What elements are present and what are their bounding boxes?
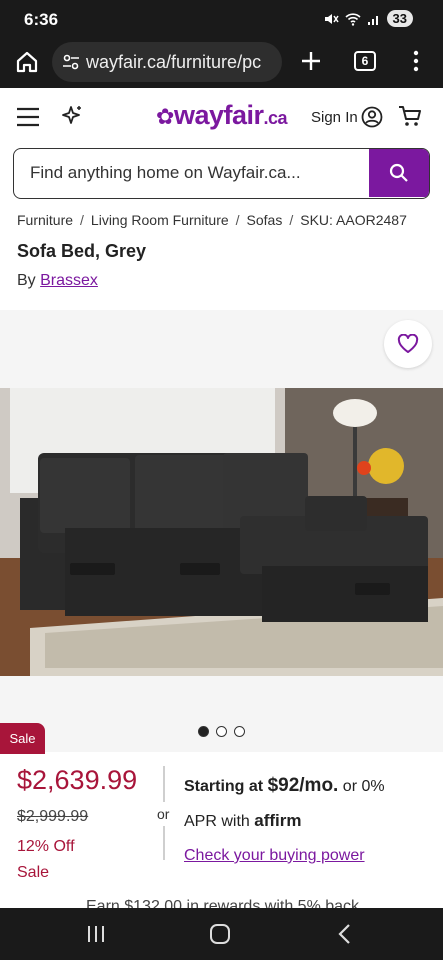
- back-icon[interactable]: [337, 923, 351, 945]
- account-icon[interactable]: [361, 106, 383, 128]
- sofa-photo: [0, 388, 443, 676]
- sparkle-icon[interactable]: [61, 105, 83, 127]
- search-button[interactable]: [369, 149, 429, 197]
- home-nav-icon[interactable]: [209, 923, 231, 945]
- sign-in-link[interactable]: Sign In: [311, 109, 358, 126]
- wayfair-logo[interactable]: ✿wayfair.ca: [156, 100, 288, 131]
- recents-icon[interactable]: [87, 924, 105, 944]
- product-image[interactable]: [0, 388, 443, 676]
- site-settings-icon[interactable]: [62, 53, 80, 71]
- divider-bottom: [163, 826, 165, 860]
- mute-icon: [324, 13, 339, 24]
- menu-icon[interactable]: [16, 107, 40, 127]
- brand-link[interactable]: Brassex: [40, 272, 98, 289]
- breadcrumb-living-room[interactable]: Living Room Furniture: [91, 212, 229, 228]
- current-price: $2,639.99: [17, 765, 138, 795]
- logo-mark-icon: ✿: [156, 104, 174, 129]
- breadcrumb: Furniture / Living Room Furniture / Sofas / SK…: [17, 212, 407, 228]
- breadcrumb-separator: /: [80, 212, 84, 228]
- logo-main: wayfair: [173, 100, 264, 130]
- brand-line: By Brassex: [17, 272, 98, 290]
- or-label: or: [157, 806, 170, 822]
- affirm-logo: affirm: [254, 811, 302, 830]
- new-tab-icon[interactable]: [300, 50, 322, 72]
- apr-label: APR with: [184, 813, 250, 830]
- pagination-dot-3[interactable]: [234, 726, 245, 737]
- status-time: 6:36: [24, 10, 59, 29]
- original-price: $2,999.99: [17, 808, 89, 825]
- battery-level: 33: [386, 10, 413, 27]
- home-icon[interactable]: [15, 50, 39, 74]
- status-icons: 33: [323, 10, 413, 27]
- sale-label: Sale: [17, 864, 50, 881]
- wifi-icon: [344, 12, 361, 26]
- tab-switcher-button[interactable]: 6: [354, 51, 376, 71]
- breadcrumb-separator: /: [289, 212, 294, 228]
- url-bar[interactable]: wayfair.ca/furniture/pc: [52, 42, 282, 82]
- search-icon: [389, 163, 408, 182]
- breadcrumb-sofas[interactable]: Sofas: [247, 212, 283, 228]
- pagination-dot-1[interactable]: [198, 726, 209, 737]
- check-buying-power-link[interactable]: Check your buying power: [184, 839, 365, 873]
- starting-at-label: Starting at: [184, 778, 264, 795]
- browser-menu-icon[interactable]: [412, 50, 420, 72]
- system-nav-bar: [0, 908, 443, 960]
- signal-icon: [367, 15, 378, 25]
- product-title: Sofa Bed, Grey: [17, 241, 147, 261]
- financing-block: Starting at $92/mo. or 0% APR with affir…: [184, 769, 434, 873]
- search-bar: [13, 148, 430, 199]
- status-bar: 6:36 33: [0, 0, 443, 40]
- sale-badge: Sale: [0, 723, 45, 754]
- percent-off: 12% Off: [17, 838, 75, 855]
- or-zero-label: or 0%: [342, 778, 385, 795]
- breadcrumb-sku: SKU: AAOR2487: [300, 212, 407, 228]
- image-pagination: [198, 726, 245, 737]
- monthly-price: $92/mo.: [267, 775, 339, 796]
- logo-suffix: .ca: [263, 108, 288, 128]
- pagination-dot-2[interactable]: [216, 726, 227, 737]
- search-input[interactable]: [14, 149, 370, 197]
- favorite-button[interactable]: [384, 320, 432, 368]
- by-label: By: [17, 272, 36, 289]
- divider-top: [163, 766, 165, 802]
- browser-toolbar: wayfair.ca/furniture/pc 6: [0, 40, 443, 88]
- site-header: ✿wayfair.ca Sign In: [0, 92, 443, 142]
- breadcrumb-separator: /: [235, 212, 240, 228]
- breadcrumb-furniture[interactable]: Furniture: [17, 212, 73, 228]
- cart-icon[interactable]: [398, 105, 422, 127]
- url-text: wayfair.ca/furniture/pc: [86, 52, 262, 72]
- heart-icon: [397, 334, 419, 353]
